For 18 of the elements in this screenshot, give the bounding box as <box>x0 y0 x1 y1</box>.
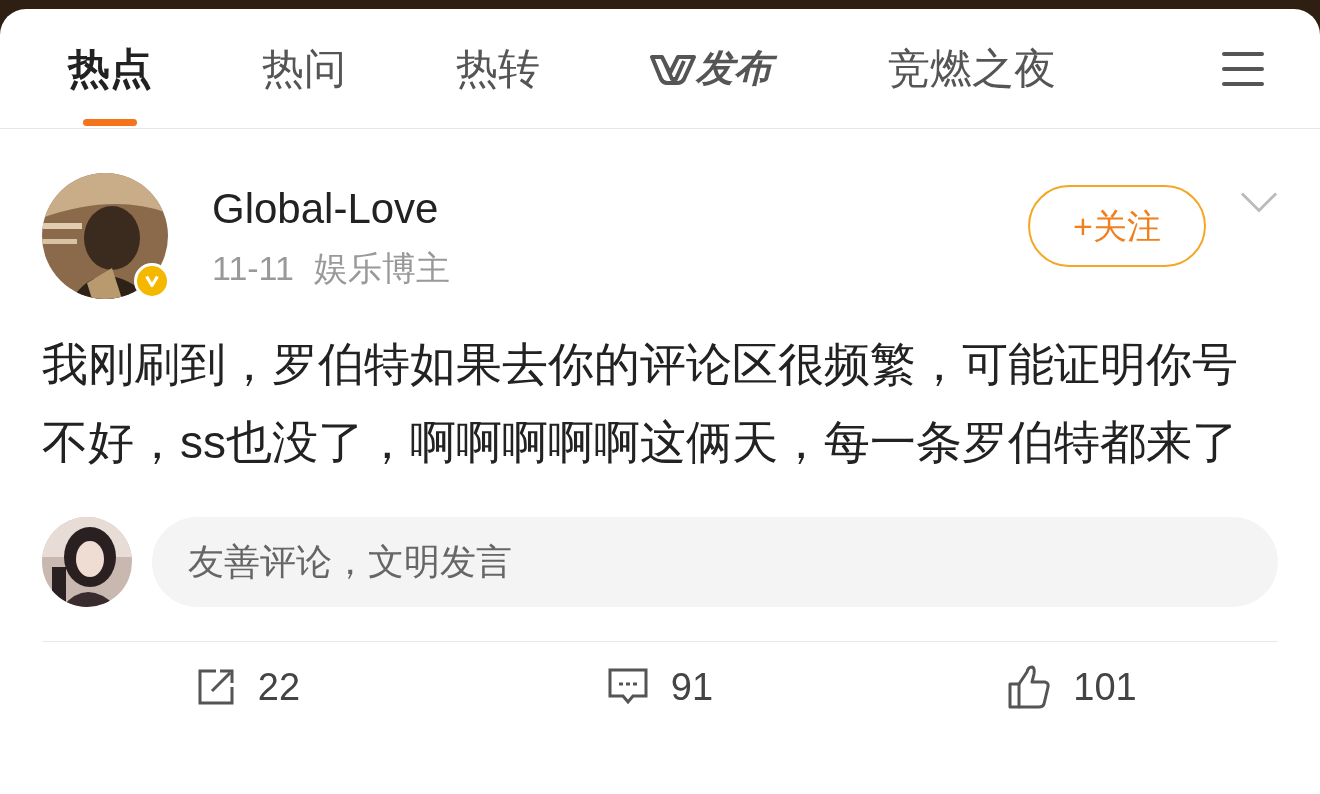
tab[interactable]: 热点 <box>68 8 152 129</box>
tab[interactable]: 热问 <box>262 8 346 129</box>
tab[interactable]: 热转 <box>456 8 540 129</box>
comment-button[interactable]: 91 <box>454 642 866 732</box>
post-date: 11-11 <box>212 248 294 289</box>
author-category: 娱乐博主 <box>313 248 450 289</box>
tab[interactable]: 发布 <box>650 8 778 129</box>
like-button[interactable]: 101 <box>866 642 1278 732</box>
author-name[interactable]: Global-Love <box>212 183 450 235</box>
share-button[interactable]: 22 <box>42 642 454 732</box>
active-tab-indicator <box>83 118 137 126</box>
menu-icon[interactable] <box>1222 51 1264 86</box>
comment-icon <box>606 667 649 707</box>
tab[interactable]: 竞燃之夜 <box>888 8 1056 129</box>
comment-field[interactable]: 友善评论，文明发言 <box>152 517 1278 607</box>
post-text: 我刚刷到，罗伯特如果去你的评论区很频繁，可能证明你号不好，ss也没了，啊啊啊啊啊这俩天，每一条罗伯特都来了 <box>42 337 1239 470</box>
thumbs-up-icon <box>1007 664 1052 710</box>
v-logo-icon <box>650 52 696 85</box>
